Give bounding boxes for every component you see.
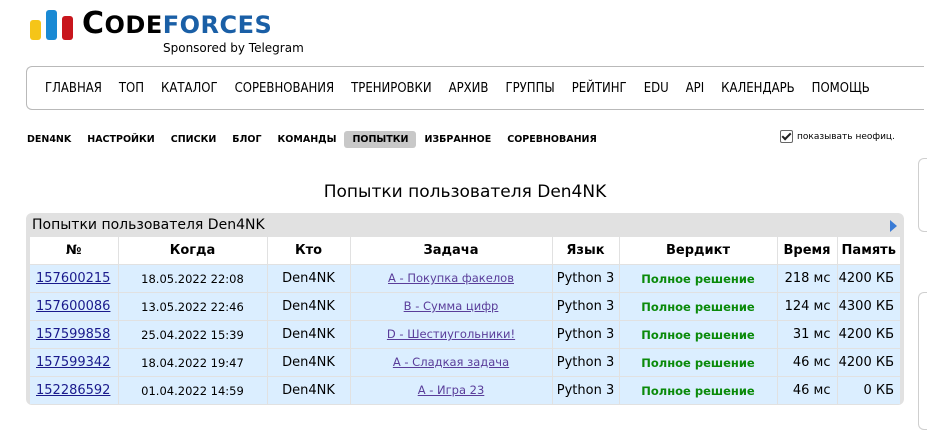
column-header: Время xyxy=(777,237,838,265)
sponsor-text: Sponsored by Telegram xyxy=(163,41,304,55)
table-row: 157600215 18.05.2022 22:08 Den4NK A - Покуп… xyxy=(30,264,900,293)
subnav-item[interactable]: ИЗБРАННОЕ xyxy=(416,131,499,148)
problem-link[interactable]: A - Покупка факелов xyxy=(388,271,514,285)
menu-item[interactable]: КАЛЕНДАРЬ xyxy=(721,81,795,96)
table-row: 152286592 01.04.2022 14:59 Den4NK A - Игра … xyxy=(30,376,900,404)
subnav-item[interactable]: ПОПЫТКИ xyxy=(344,131,417,148)
submission-id-link[interactable]: 157600086 xyxy=(36,299,110,314)
submission-verdict: Полное решение xyxy=(619,376,778,404)
submission-time-used: 46 мс xyxy=(777,348,838,377)
menu-item[interactable]: ПОМОЩЬ xyxy=(812,81,870,96)
submission-verdict: Полное решение xyxy=(619,264,778,293)
submission-time: 01.04.2022 14:59 xyxy=(118,376,268,404)
column-header: Кто xyxy=(267,237,351,265)
subnav-item[interactable]: СОРЕВНОВАНИЯ xyxy=(499,131,605,148)
submission-id-link[interactable]: 157599858 xyxy=(36,327,110,342)
submission-language: Python 3 xyxy=(552,292,620,321)
submission-author: Den4NK xyxy=(267,264,351,293)
submission-memory-used: 4300 КБ xyxy=(837,292,900,321)
submissions-table: № Когда Кто Задача Язык Вердикт Время Память 15… xyxy=(30,237,900,404)
subnav-item[interactable]: НАСТРОЙКИ xyxy=(79,131,162,148)
subnav-item[interactable]: СПИСКИ xyxy=(163,131,225,148)
menu-item[interactable]: EDU xyxy=(644,81,669,96)
submission-time-used: 124 мс xyxy=(777,292,838,321)
table-row: 157600086 13.05.2022 22:46 Den4NK B - Сумма… xyxy=(30,292,900,321)
logo-wordmark: CODEFORCES xyxy=(82,6,273,41)
submissions-panel: Попытки пользователя Den4NK № Когда Кто Зад… xyxy=(26,213,904,405)
show-unofficial-toggle[interactable]: показывать неофиц. xyxy=(780,130,895,143)
submission-time-used: 46 мс xyxy=(777,376,838,404)
menu-item[interactable]: РЕЙТИНГ xyxy=(572,81,627,96)
submission-time-used: 218 мс xyxy=(777,264,838,293)
subnav-item[interactable]: КОМАНДЫ xyxy=(270,131,345,148)
submission-author: Den4NK xyxy=(267,348,351,377)
table-row: 157599342 18.04.2022 19:47 Den4NK A - Сладк… xyxy=(30,348,900,377)
menu-item[interactable]: АРХИВ xyxy=(449,81,489,96)
column-header: Язык xyxy=(552,237,620,265)
submission-language: Python 3 xyxy=(552,264,620,293)
subnav-item[interactable]: БЛОГ xyxy=(224,131,269,148)
submission-language: Python 3 xyxy=(552,348,620,377)
column-header: Когда xyxy=(118,237,268,265)
panel-title: Попытки пользователя Den4NK xyxy=(32,217,265,233)
show-unofficial-checkbox[interactable] xyxy=(780,130,793,143)
menu-item[interactable]: ТРЕНИРОВКИ xyxy=(351,81,431,96)
column-header: Задача xyxy=(350,237,553,265)
problem-link[interactable]: B - Сумма цифр xyxy=(404,299,499,313)
problem-link[interactable]: A - Сладкая задача xyxy=(393,355,509,369)
submission-language: Python 3 xyxy=(552,320,620,349)
submission-memory-used: 0 КБ xyxy=(837,376,900,404)
submission-author: Den4NK xyxy=(267,320,351,349)
sidebar-box-fragment xyxy=(918,158,927,232)
menu-item[interactable]: ТОП xyxy=(119,81,144,96)
submission-language: Python 3 xyxy=(552,376,620,404)
subnav-item[interactable]: DEN4NK xyxy=(26,131,79,148)
main-menu: ГЛАВНАЯ ТОП КАТАЛОГ СОРЕВНОВАНИЯ ТРЕНИРОВКИ А… xyxy=(26,66,924,110)
submission-id-link[interactable]: 157599342 xyxy=(36,355,110,370)
submission-author: Den4NK xyxy=(267,376,351,404)
submission-memory-used: 4200 КБ xyxy=(837,264,900,293)
profile-subnav: DEN4NK НАСТРОЙКИ СПИСКИ БЛОГ КОМАНДЫ ПОПЫТКИ И… xyxy=(26,131,605,148)
submission-verdict: Полное решение xyxy=(619,348,778,377)
menu-item[interactable]: API xyxy=(686,81,705,96)
menu-item[interactable]: ГРУППЫ xyxy=(505,81,554,96)
submission-id-link[interactable]: 157600215 xyxy=(36,271,110,286)
submission-memory-used: 4200 КБ xyxy=(837,348,900,377)
submission-time-used: 31 мс xyxy=(777,320,838,349)
submission-id-link[interactable]: 152286592 xyxy=(36,383,110,398)
expand-arrow-icon[interactable] xyxy=(890,220,897,232)
page-title: Попытки пользователя Den4NK xyxy=(323,182,607,202)
column-header: Память xyxy=(837,237,900,265)
logo-bars-icon xyxy=(30,10,76,40)
submission-time: 25.04.2022 15:39 xyxy=(118,320,268,349)
submission-time: 18.04.2022 19:47 xyxy=(118,348,268,377)
submission-time: 18.05.2022 22:08 xyxy=(118,264,268,293)
column-header: № xyxy=(30,237,119,265)
submission-author: Den4NK xyxy=(267,292,351,321)
problem-link[interactable]: A - Игра 23 xyxy=(418,383,485,397)
menu-item[interactable]: КАТАЛОГ xyxy=(161,81,218,96)
submission-memory-used: 4200 КБ xyxy=(837,320,900,349)
submission-time: 13.05.2022 22:46 xyxy=(118,292,268,321)
menu-item[interactable]: ГЛАВНАЯ xyxy=(45,81,102,96)
menu-item[interactable]: СОРЕВНОВАНИЯ xyxy=(235,81,335,96)
table-row: 157599858 25.04.2022 15:39 Den4NK D - Шести… xyxy=(30,320,900,349)
show-unofficial-label: показывать неофиц. xyxy=(797,131,895,142)
column-header: Вердикт xyxy=(619,237,778,265)
problem-link[interactable]: D - Шестиугольники! xyxy=(387,327,515,341)
sidebar-box-fragment xyxy=(918,292,927,430)
codeforces-logo[interactable]: CODEFORCES Sponsored by Telegram xyxy=(30,6,330,60)
submission-verdict: Полное решение xyxy=(619,320,778,349)
submission-verdict: Полное решение xyxy=(619,292,778,321)
